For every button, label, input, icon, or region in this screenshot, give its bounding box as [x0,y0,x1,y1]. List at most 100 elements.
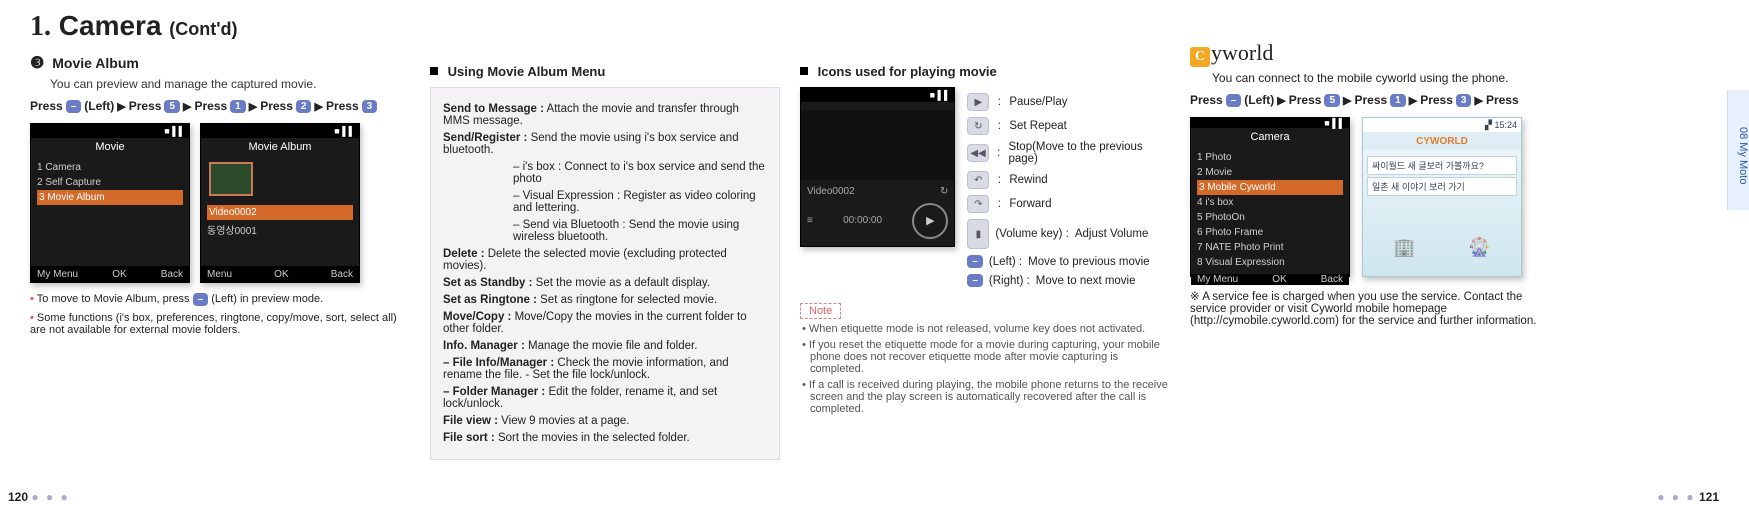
screenshot-cyworld-page: ▞ 15:24 CYWORLD 싸이월드 새 글보러 가볼까요? 일촌 새 이야… [1362,117,1522,277]
bullet-icon: • [30,312,34,324]
arrow-icon: ▶ [249,100,257,113]
using-movie-album-menu-heading: Using Movie Album Menu [430,64,780,79]
screen-title: Movie [31,138,189,156]
dots-icon: ● ● ● [1657,490,1695,504]
menu-val: Delete the selected movie (excluding pro… [443,248,727,272]
softkey-left: My Menu [37,269,78,280]
list-item: 6 Photo Frame [1197,225,1343,240]
cyworld-logo: CYWORLD [1363,132,1521,150]
press-word: Press [1190,93,1223,107]
screenshot-movie-album: ■ ▌▌ Movie Album Video0002 동영상0001 Menu … [200,123,360,283]
video-name: Video0002 [807,186,855,197]
press-sequence-cyworld: Press – (Left) ▶ Press 5 ▶ Press 1 ▶ Pre… [1190,93,1550,107]
screenshot-movie-list: ■ ▌▌ Movie 1 Camera 2 Self Capture 3 Mov… [30,123,190,283]
section-word: Camera [59,10,162,41]
repeat-icon: ↻ [967,117,989,135]
press-sequence-movie-album: Press – (Left) ▶ Press 5 ▶ Press 1 ▶ Pre… [30,99,410,113]
key-1-icon: 1 [230,100,246,113]
softkey-left: Menu [207,269,232,280]
softkey-bar: Menu OK Back [201,266,359,282]
menu-key: Delete : [443,248,485,260]
note-item: • If you reset the etiquette mode for a … [810,339,1170,375]
list-item: 동영상0001 [207,220,353,239]
page-number-right: ● ● ● 121 [1657,490,1719,504]
arrow-icon: ▶ [1343,94,1351,107]
legend-key: (Left) : [989,256,1022,268]
press-word: Press [1354,93,1387,107]
press-word: Press [30,99,63,113]
legend-label: Adjust Volume [1075,228,1149,240]
arrow-icon: ▶ [1474,94,1482,107]
page-num: 121 [1699,490,1719,504]
page-num: 120 [8,490,28,504]
screenshot-camera-menu: ■ ▌▌ Camera 1 Photo 2 Movie 3 Mobile Cyw… [1190,117,1350,277]
cyworld-desc: You can connect to the mobile cyworld us… [1212,71,1550,85]
list-item: 5 PhotoOn [1197,210,1343,225]
list-item: 4 i's box [1197,195,1343,210]
menu-val: Manage the movie file and folder. [528,340,697,352]
heading-text: Using Movie Album Menu [448,64,606,79]
signal-icon: ▞ [1485,120,1492,131]
key-3-icon: 3 [1456,94,1472,107]
legend-label: Stop(Move to the previous page) [1008,141,1170,165]
soft-key-icon: – [193,293,209,306]
video-thumb-icon [209,162,253,196]
screenshot-video-player: ■ ▌▌ Video0002 ↻ ≡ 00:00:00 ▶ [800,87,955,247]
ferris-wheel-icon: 🎡 [1468,237,1490,258]
menu-val: – Send via Bluetooth : Send the movie us… [513,219,739,243]
menu-key: File sort : [443,432,495,444]
status-bar: ■ ▌▌ [801,88,954,102]
rewind-icon: ↶ [967,171,989,189]
list-item: 1 Camera [37,160,183,175]
legend-label: Forward [1009,198,1051,210]
cyworld-heading: Cyworld [1190,40,1550,67]
soft-key-icon: – [967,274,983,287]
menu-dots-icon: ≡ [807,215,813,226]
arrow-icon: ▶ [314,100,322,113]
status-bar: ■ ▌▌ [31,124,189,138]
menu-val: Sort the movies in the selected folder. [498,432,690,444]
movie-album-heading: ❸ Movie Album [30,53,410,73]
tip-move-to-album: • To move to Movie Album, press – (Left)… [30,293,410,306]
cyworld-word: yworld [1211,40,1273,65]
pause-play-icon: ▶ [967,93,989,111]
menu-key: Info. Manager : [443,340,525,352]
softkey-right: Back [161,269,183,280]
legend-key: (Right) : [989,275,1030,287]
service-fee-note: ※ A service fee is charged when you use … [1190,289,1550,327]
forward-icon: ↷ [967,195,989,213]
list-item-selected: 3 Mobile Cyworld [1197,180,1343,195]
status-bar: ▞ 15:24 [1363,118,1521,132]
movie-album-desc: You can preview and manage the captured … [50,77,410,91]
menu-key: File view : [443,415,498,427]
legend-label: Move to next movie [1036,275,1136,287]
menu-val: Set as ringtone for selected movie. [540,294,717,306]
stop-icon: ◀◀ [967,144,988,162]
menu-key: Move/Copy : [443,311,511,323]
legend-label: Pause/Play [1009,96,1067,108]
softkey-center: OK [1272,274,1286,285]
screen-title: Camera [1191,128,1349,146]
menu-val: View 9 movies at a page. [501,415,629,427]
heading-text: Icons used for playing movie [818,64,997,79]
softkey-right: Back [1321,274,1343,285]
movie-album-label: Movie Album [52,55,139,71]
volume-key-icon: ▮ [967,219,989,249]
list-item-selected: Video0002 [207,205,353,220]
cyworld-box-1: 싸이월드 새 글보러 가볼까요? [1367,156,1517,175]
legend-label: Rewind [1009,174,1047,186]
cyworld-box-2: 일촌 새 이야기 보러 가기 [1367,177,1517,196]
elapsed-time: 00:00:00 [843,215,882,226]
cyworld-c-icon: C [1190,47,1210,67]
legend-label: Set Repeat [1009,120,1067,132]
menu-key: Set as Standby : [443,277,532,289]
list-item: 8 Visual Expression [1197,255,1343,270]
arrow-icon: ▶ [1277,94,1285,107]
tip-external-folders: • Some functions (i's box, preferences, … [30,312,410,336]
note-text: ※ A service fee is charged when you use … [1190,291,1536,327]
note-item: • If a call is received during playing, … [810,379,1170,415]
tip-text: Some functions (i's box, preferences, ri… [30,312,397,336]
screen-title: Movie Album [201,138,359,156]
tip-text: (Left) in preview mode. [211,293,323,305]
section-side-tab: 08 My Moto [1727,90,1749,210]
